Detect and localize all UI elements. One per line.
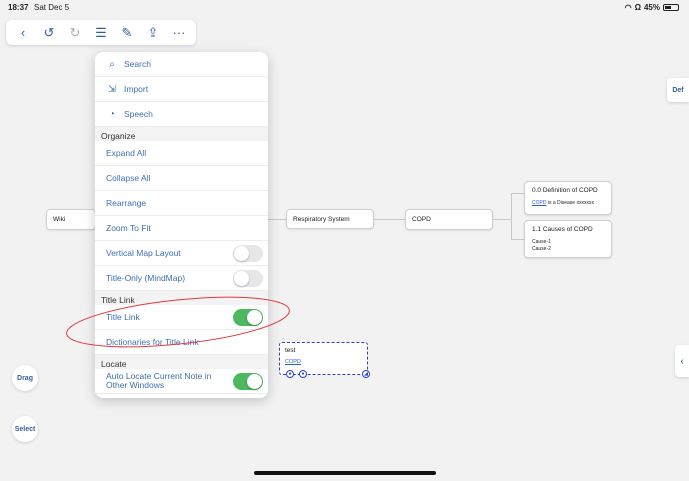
undo-icon: ↺ [43,24,55,40]
select-label: Select [14,425,36,433]
menu-item-collapse-all[interactable]: Collapse All [95,166,268,191]
side-panel-toggle[interactable]: ‹ [675,345,689,377]
def-label: Def [672,86,684,94]
menu-item-dictionaries[interactable]: Dictionaries for Title Link [95,330,268,355]
menu-label: Import [124,84,149,94]
edit-icon: ✎ [121,24,133,40]
connector-line [493,219,511,220]
section-header-organize: Organize [95,127,268,141]
status-date: Sat Dec 5 [34,3,70,12]
menu-item-auto-locate: Auto Locate Current Note in Other Window… [95,369,268,394]
section-header-title-link: Title Link [95,291,268,305]
search-icon: ⌕ [109,58,115,70]
copd-link[interactable]: COPD [285,359,362,365]
node-label: test [285,347,296,354]
menu-item-zoom-to-fit[interactable]: Zoom To Fit [95,216,268,241]
headphones-icon: Ω [634,3,641,12]
menu-label: Search [124,59,151,69]
node-respiratory-system[interactable]: Respiratory System [286,209,374,229]
battery-percent: 45% [643,3,660,12]
menu-item-speech[interactable]: ◔ Speech [95,102,268,127]
share-button[interactable]: ⇪ [143,23,163,43]
node-label: COPD [412,216,431,223]
drag-label: Drag [17,374,33,382]
status-time: 18:37 [8,3,29,12]
menu-item-vertical-map-layout: Vertical Map Layout [95,241,268,266]
share-icon: ⇪ [147,24,159,40]
redo-icon: ↻ [69,24,81,40]
battery-icon [663,4,679,11]
node-causes-of-copd[interactable]: 1.1 Causes of COPD Cause-1 Cause-2 [524,220,612,258]
cause-item: Cause-2 [532,246,551,252]
status-bar: 18:37 Sat Dec 5 ◠ Ω 45% [0,0,689,14]
toolbar: ‹ ↺ ↻ ☰ ✎ ⇪ ··· [6,20,196,45]
node-definition-of-copd[interactable]: 0.0 Definition of COPD COPD is a Disease… [524,181,612,215]
back-button[interactable]: ‹ [13,23,33,43]
wifi-icon: ◠ [624,3,632,12]
card-text: is a Disease xxxxxxx [546,200,594,206]
connector-line [374,219,405,220]
more-menu: ⌕ Search ⇲ Import ◔ Speech Organize Expand … [95,52,268,398]
card-title: 0.0 Definition of COPD [532,187,598,194]
edit-button[interactable]: ✎ [117,23,137,43]
undo-button[interactable]: ↺ [39,23,59,43]
menu-item-title-link: Title Link [95,305,268,330]
menu-label: Speech [124,109,153,119]
menu-label: Title Link [106,312,140,322]
resize-handle-icon[interactable]: ◢ [362,370,370,378]
import-icon: ⇲ [107,83,117,95]
speech-icon: ◔ [108,108,116,120]
drag-button[interactable]: Drag [12,365,38,391]
list-icon: ☰ [95,24,107,40]
connector-line [511,193,512,239]
toggle-knob [234,245,249,261]
cause-item: Cause-1 [532,239,551,245]
toggle-knob [247,373,262,389]
def-tab[interactable]: Def [667,78,689,102]
more-button[interactable]: ··· [169,23,189,43]
title-only-toggle[interactable] [233,269,263,287]
node-wiki[interactable]: Wiki [46,209,96,230]
status-right: ◠ Ω 45% [625,3,679,12]
menu-item-title-only: Title-Only (MindMap) [95,266,268,291]
menu-label: Auto Locate Current Note in Other Window… [106,371,212,390]
menu-item-rearrange[interactable]: Rearrange [95,191,268,216]
menu-label: Vertical Map Layout [106,248,181,258]
node-copd[interactable]: COPD [405,209,493,230]
redo-button[interactable]: ↻ [65,23,85,43]
home-indicator[interactable] [254,471,436,475]
menu-label: Collapse All [106,173,151,183]
toggle-knob [247,309,262,325]
menu-label: Rearrange [106,198,147,208]
auto-locate-toggle[interactable] [233,372,263,390]
node-label: Respiratory System [293,215,350,223]
card-title: 1.1 Causes of COPD [532,226,593,233]
select-button[interactable]: Select [12,416,38,442]
connector-line [511,193,524,194]
vertical-map-layout-toggle[interactable] [233,244,263,262]
menu-label: Expand All [106,148,147,158]
chevron-left-icon: ‹ [20,25,26,40]
more-icon: ··· [172,25,186,40]
connector-line [511,239,524,240]
menu-item-expand-all[interactable]: Expand All [95,141,268,166]
menu-label: Zoom To Fit [106,223,151,233]
title-link-toggle[interactable] [233,308,263,326]
toggle-knob [234,270,249,286]
link-handle-icon[interactable]: ● [299,370,307,378]
menu-label: Title-Only (MindMap) [106,273,186,283]
node-label: Wiki [53,216,66,223]
section-header-locate: Locate [95,355,268,369]
menu-label: Dictionaries for Title Link [106,337,199,347]
chevron-left-icon: ‹ [680,355,684,367]
menu-item-import[interactable]: ⇲ Import [95,77,268,102]
link-handle-icon[interactable]: ● [286,370,294,378]
copd-link[interactable]: COPD [532,200,546,206]
menu-item-search[interactable]: ⌕ Search [95,52,268,77]
list-button[interactable]: ☰ [91,23,111,43]
